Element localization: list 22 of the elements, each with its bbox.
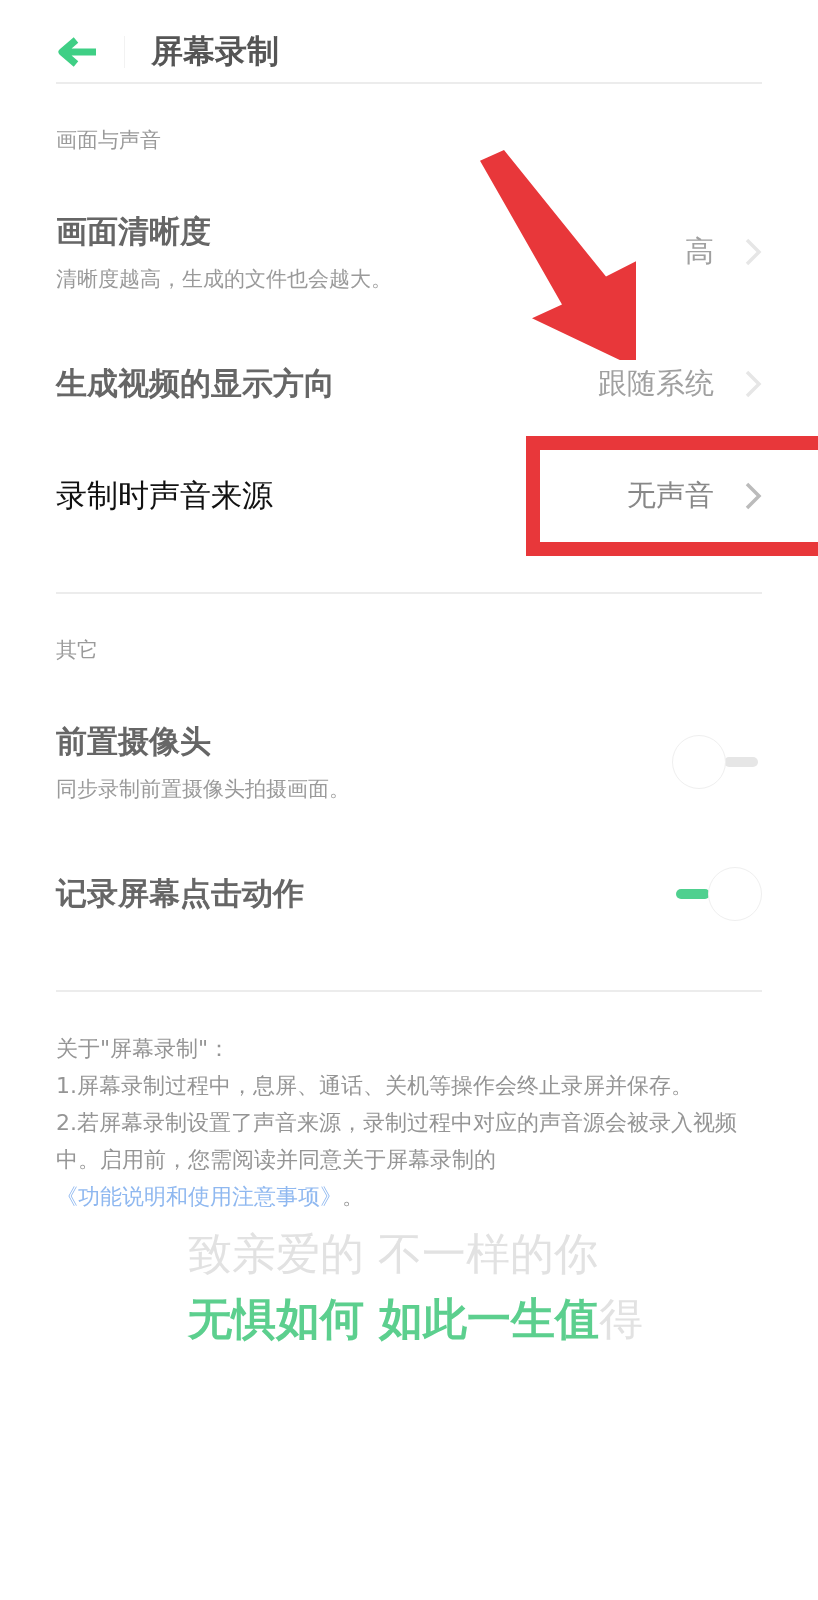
setting-description: 同步录制前置摄像头拍摄画面。 — [56, 776, 350, 803]
settings-row[interactable]: 画面清晰度 清晰度越高，生成的文件也会越大。 高 — [0, 176, 818, 328]
page-title: 屏幕录制 — [151, 31, 279, 72]
setting-description: 清晰度越高，生成的文件也会越大。 — [56, 266, 392, 293]
notes-heading: 关于"屏幕录制"： — [56, 1035, 232, 1063]
chevron-right-icon — [744, 237, 762, 267]
setting-title: 前置摄像头 — [56, 722, 212, 761]
settings-row[interactable]: 记录屏幕点击动作 — [0, 838, 818, 950]
setting-title: 生成视频的显示方向 — [56, 364, 335, 403]
section-label: 其它 — [55, 637, 99, 664]
chevron-right-icon — [744, 481, 762, 511]
note-text: 1.屏幕录制过程中，息屏、通话、关机等操作会终止录屏并保存。 — [56, 1072, 694, 1100]
setting-title: 画面清晰度 — [56, 212, 212, 251]
note-text: 2.若屏幕录制设置了声音来源，录制过程中对应的声音源会被录入视频中。启用前，您需阅读并同意关于屏幕录制的 《功能说明和使用注意事项》。 — [56, 1109, 738, 1211]
section-label: 画面与声音 — [55, 127, 162, 154]
back-icon[interactable] — [56, 37, 98, 67]
settings-row[interactable]: 生成视频的显示方向 跟随系统 — [0, 328, 818, 440]
chevron-right-icon — [744, 369, 762, 399]
setting-title: 录制时声音来源 — [56, 476, 273, 515]
settings-row[interactable]: 录制时声音来源 无声音 — [0, 440, 818, 552]
setting-title: 记录屏幕点击动作 — [56, 874, 304, 913]
settings-row[interactable]: 前置摄像头 同步录制前置摄像头拍摄画面。 — [0, 686, 818, 838]
